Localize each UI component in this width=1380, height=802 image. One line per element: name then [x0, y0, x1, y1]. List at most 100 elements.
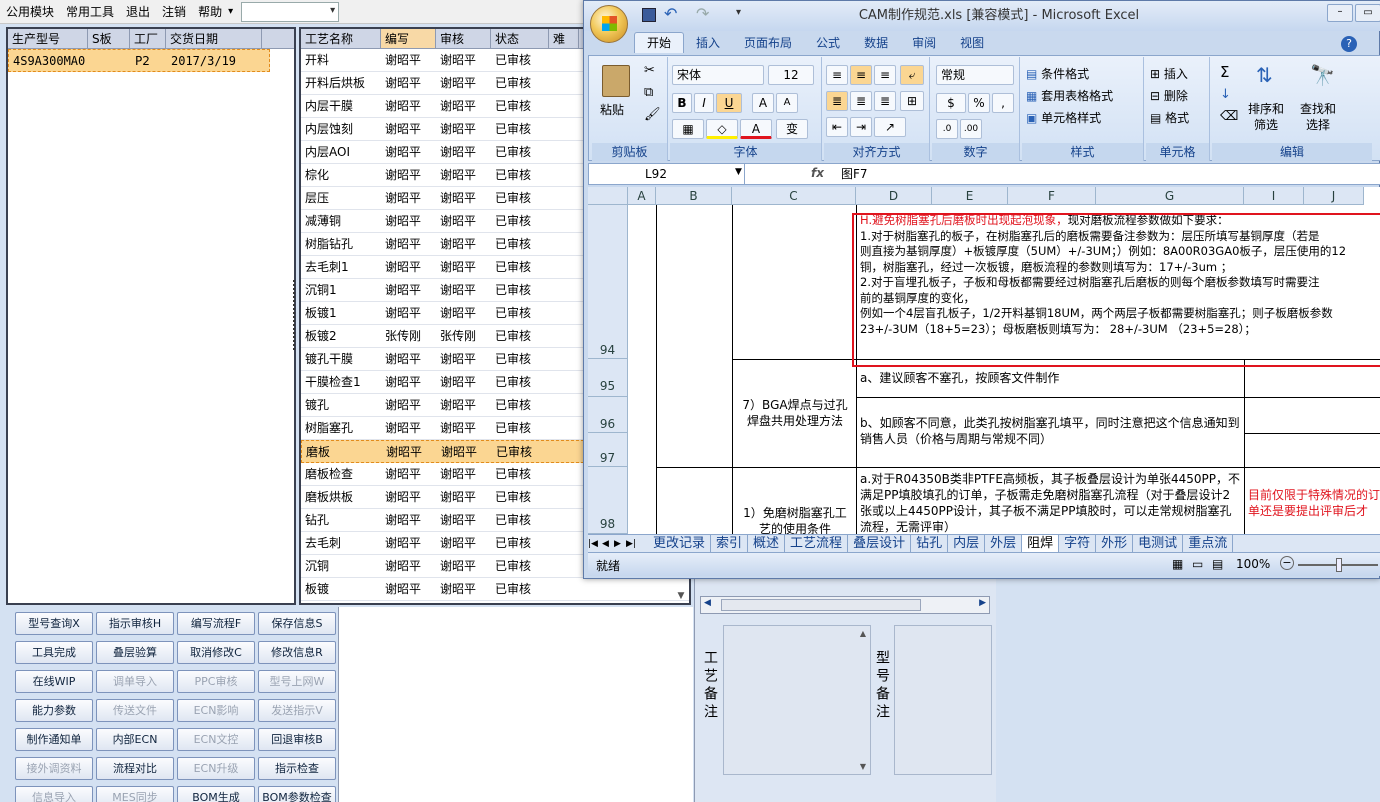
save-icon[interactable]: [642, 8, 656, 22]
action-button-col1-5[interactable]: 接外调资料: [15, 757, 93, 780]
sheet-tab[interactable]: 工艺流程: [785, 535, 849, 552]
table-row[interactable]: 4S9A300MA0 P2 2017/3/19: [8, 49, 270, 72]
cell-style-button[interactable]: ▣ 单元格样式: [1026, 109, 1101, 126]
action-button-col2-2[interactable]: 调单导入: [96, 670, 174, 693]
action-button-col1-4[interactable]: 制作通知单: [15, 728, 93, 751]
sheet-tab[interactable]: 概述: [748, 535, 786, 552]
sheet-tab[interactable]: 索引: [711, 535, 749, 552]
action-button-col2-6[interactable]: MES同步: [96, 786, 174, 802]
minimize-icon[interactable]: –: [1327, 4, 1353, 22]
align-center-icon[interactable]: ≣: [850, 91, 872, 111]
row-header-95[interactable]: 95: [588, 359, 628, 397]
col-header-b[interactable]: B: [656, 187, 732, 205]
sheet-tab[interactable]: 钻孔: [911, 535, 949, 552]
action-button-col3-3[interactable]: ECN影响: [177, 699, 255, 722]
tab-home[interactable]: 开始: [634, 32, 685, 53]
find-select-button[interactable]: 查找和选择: [1298, 101, 1338, 133]
action-button-col1-1[interactable]: 工具完成: [15, 641, 93, 664]
quick-access-menu-icon[interactable]: ▾: [736, 7, 741, 18]
page-layout-view-icon[interactable]: ▭: [1192, 557, 1203, 571]
model-remark-textarea[interactable]: [894, 625, 992, 775]
sheet-tab[interactable]: 外形: [1096, 535, 1134, 552]
tab-review[interactable]: 审阅: [900, 33, 948, 53]
border-icon[interactable]: ▦: [672, 119, 704, 139]
sheet-tab[interactable]: 阻焊: [1022, 535, 1060, 552]
menu-public-module[interactable]: 公用模块: [0, 0, 60, 24]
action-button-col2-3[interactable]: 传送文件: [96, 699, 174, 722]
cell-d96[interactable]: b、如顾客不同意，此类孔按树脂塞孔填平，同时注意把这个信息通知到销售人员（价格与…: [860, 415, 1242, 447]
help-icon[interactable]: ?: [1341, 36, 1357, 52]
scroll-thumb[interactable]: [721, 599, 921, 611]
action-button-col1-3[interactable]: 能力参数: [15, 699, 93, 722]
tab-data[interactable]: 数据: [852, 33, 900, 53]
underline-button[interactable]: U: [716, 93, 742, 113]
sheet-nav-last-icon[interactable]: ▶|: [626, 535, 648, 552]
sheet-tab[interactable]: 更改记录: [648, 535, 712, 552]
row-header-98[interactable]: 98: [588, 467, 628, 534]
indent-increase-icon[interactable]: ⇥: [850, 117, 872, 137]
col-header-e[interactable]: E: [932, 187, 1008, 205]
sheet-tab[interactable]: 叠层设计: [848, 535, 912, 552]
fill-icon[interactable]: ↓: [1220, 87, 1231, 102]
paste-button[interactable]: 粘贴: [600, 101, 624, 118]
grow-font-icon[interactable]: A: [752, 93, 774, 113]
action-button-col4-0[interactable]: 保存信息S: [258, 612, 336, 635]
action-button-col1-2[interactable]: 在线WIP: [15, 670, 93, 693]
fill-color-icon[interactable]: ◇: [706, 119, 738, 139]
cut-icon[interactable]: ✂: [644, 63, 655, 78]
table-row[interactable]: 板镀 谢昭平 谢昭平 已审核: [301, 578, 689, 601]
action-button-col3-6[interactable]: BOM生成: [177, 786, 255, 802]
col-status[interactable]: 状态: [491, 29, 549, 48]
zoom-level[interactable]: 100%: [1236, 557, 1270, 571]
action-button-col2-5[interactable]: 流程对比: [96, 757, 174, 780]
sheet-tab[interactable]: 外层: [985, 535, 1023, 552]
action-button-col3-1[interactable]: 取消修改C: [177, 641, 255, 664]
scroll-down-icon[interactable]: ▼: [860, 762, 866, 771]
sort-filter-icon[interactable]: ⇅: [1256, 63, 1273, 87]
select-all-corner[interactable]: [588, 187, 628, 205]
currency-icon[interactable]: $: [936, 93, 966, 113]
action-button-col4-1[interactable]: 修改信息R: [258, 641, 336, 664]
menu-help[interactable]: 帮助: [192, 0, 228, 24]
formula-input[interactable]: 图F7: [841, 164, 868, 184]
sheet-tab[interactable]: 内层: [948, 535, 986, 552]
col-sboard[interactable]: S板: [88, 29, 130, 48]
bold-button[interactable]: B: [672, 93, 692, 113]
craft-remark-textarea[interactable]: ▲ ▼: [723, 625, 871, 775]
align-right-icon[interactable]: ≣: [874, 91, 896, 111]
col-reviewer[interactable]: 审核: [436, 29, 491, 48]
paste-icon[interactable]: [602, 65, 630, 97]
percent-icon[interactable]: %: [968, 93, 990, 113]
number-format-select[interactable]: 常规: [936, 65, 1014, 85]
table-format-button[interactable]: ▦ 套用表格格式: [1026, 87, 1113, 104]
increase-decimal-icon[interactable]: .0: [936, 119, 958, 139]
col-header-d[interactable]: D: [856, 187, 932, 205]
row-header-97[interactable]: 97: [588, 433, 628, 467]
tab-page-layout[interactable]: 页面布局: [732, 33, 804, 53]
menu-common-tools[interactable]: 常用工具: [60, 0, 120, 24]
action-button-col1-6[interactable]: 信息导入: [15, 786, 93, 802]
menu-exit[interactable]: 退出: [120, 0, 156, 24]
font-name-select[interactable]: 宋体: [672, 65, 764, 85]
sheet-tab[interactable]: 电测试: [1133, 535, 1184, 552]
col-header-j[interactable]: J: [1304, 187, 1364, 205]
zoom-slider-thumb[interactable]: [1336, 558, 1342, 572]
col-header-f[interactable]: F: [1008, 187, 1096, 205]
splitter-handle[interactable]: [293, 280, 298, 350]
wrap-text-icon[interactable]: ⤶: [900, 65, 924, 85]
action-button-col3-5[interactable]: ECN升级: [177, 757, 255, 780]
col-header-c[interactable]: C: [732, 187, 856, 205]
horizontal-scrollbar[interactable]: ◀ ▶: [700, 596, 990, 614]
row-header-96[interactable]: 96: [588, 397, 628, 433]
indent-decrease-icon[interactable]: ⇤: [826, 117, 848, 137]
align-top-icon[interactable]: ≡: [826, 65, 848, 85]
merge-icon[interactable]: ⊞: [900, 91, 924, 111]
col-header-i[interactable]: I: [1244, 187, 1304, 205]
action-button-col2-4[interactable]: 内部ECN: [96, 728, 174, 751]
action-button-col3-4[interactable]: ECN文控: [177, 728, 255, 751]
action-button-col4-2[interactable]: 型号上网W: [258, 670, 336, 693]
restore-icon[interactable]: ▭: [1355, 4, 1380, 22]
name-box-dropdown-icon[interactable]: ▼: [735, 167, 742, 177]
col-delivery-date[interactable]: 交货日期: [166, 29, 262, 48]
page-break-view-icon[interactable]: ▤: [1212, 557, 1223, 571]
